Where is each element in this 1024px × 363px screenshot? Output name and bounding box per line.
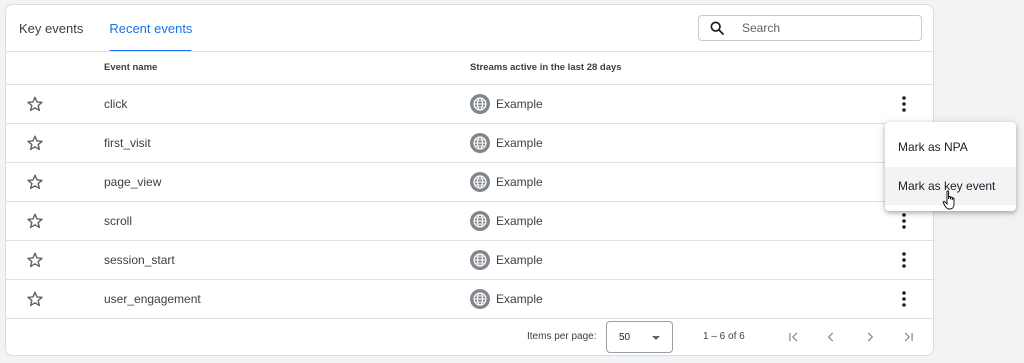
event-name: page_view xyxy=(104,175,162,189)
event-name: click xyxy=(104,97,128,111)
dropdown-caret-icon xyxy=(652,336,660,340)
more-vert-icon xyxy=(902,96,906,112)
globe-icon xyxy=(470,133,490,153)
globe-icon xyxy=(470,211,490,231)
table-row[interactable]: scroll Example xyxy=(6,202,933,241)
star-outline-icon[interactable] xyxy=(26,251,44,269)
event-name: first_visit xyxy=(104,136,151,150)
items-per-page-select[interactable]: 50 xyxy=(606,321,673,353)
globe-icon xyxy=(470,172,490,192)
search-input[interactable] xyxy=(742,21,902,35)
star-outline-icon[interactable] xyxy=(26,290,44,308)
previous-page-button[interactable] xyxy=(821,327,841,347)
last-page-icon xyxy=(904,332,913,342)
event-name: scroll xyxy=(104,214,133,228)
event-name: user_engagement xyxy=(104,292,201,306)
table-row[interactable]: first_visit Example xyxy=(6,124,933,163)
table-row[interactable]: click Example xyxy=(6,85,933,124)
column-header-event-name[interactable]: Event name xyxy=(104,62,157,73)
stream-name: Example xyxy=(496,136,543,150)
stream-cell: Example xyxy=(470,94,543,114)
star-outline-icon[interactable] xyxy=(26,95,44,113)
more-options-button[interactable] xyxy=(894,94,914,114)
first-page-icon xyxy=(789,332,798,342)
more-options-button[interactable] xyxy=(894,211,914,231)
table-row[interactable]: session_start Example xyxy=(6,241,933,280)
pagination-range: 1 – 6 of 6 xyxy=(703,331,745,342)
table-row[interactable]: page_view Example xyxy=(6,163,933,202)
stream-cell: Example xyxy=(470,250,543,270)
search-icon xyxy=(710,21,724,35)
pagination-footer: Items per page: 50 1 – 6 of 6 xyxy=(6,317,933,357)
event-name: session_start xyxy=(104,253,175,267)
items-per-page-label: Items per page: xyxy=(527,331,597,342)
row-context-menu: Mark as NPA Mark as key event xyxy=(885,122,1016,211)
last-page-button[interactable] xyxy=(898,327,918,347)
tab-key-events[interactable]: Key events xyxy=(6,5,96,52)
chevron-left-icon xyxy=(827,332,834,342)
more-vert-icon xyxy=(902,291,906,307)
globe-icon xyxy=(470,250,490,270)
mark-as-npa-option[interactable]: Mark as NPA xyxy=(885,128,1016,166)
stream-cell: Example xyxy=(470,211,543,231)
header-divider xyxy=(6,51,933,52)
stream-cell: Example xyxy=(470,172,543,192)
stream-cell: Example xyxy=(470,289,543,309)
stream-name: Example xyxy=(496,214,543,228)
more-options-button[interactable] xyxy=(894,250,914,270)
tab-bar: Key events Recent events xyxy=(6,5,205,52)
mark-as-key-event-option[interactable]: Mark as key event xyxy=(885,167,1016,205)
star-outline-icon[interactable] xyxy=(26,212,44,230)
column-header-streams[interactable]: Streams active in the last 28 days xyxy=(470,62,622,73)
star-outline-icon[interactable] xyxy=(26,173,44,191)
search-box[interactable] xyxy=(698,15,922,41)
next-page-button[interactable] xyxy=(860,327,880,347)
tab-recent-events[interactable]: Recent events xyxy=(96,5,205,52)
stream-name: Example xyxy=(496,253,543,267)
star-outline-icon[interactable] xyxy=(26,134,44,152)
stream-name: Example xyxy=(496,97,543,111)
stream-name: Example xyxy=(496,292,543,306)
table-row[interactable]: user_engagement Example xyxy=(6,280,933,319)
stream-name: Example xyxy=(496,175,543,189)
chevron-right-icon xyxy=(867,332,874,342)
more-vert-icon xyxy=(902,252,906,268)
first-page-button[interactable] xyxy=(784,327,804,347)
more-options-button[interactable] xyxy=(894,289,914,309)
stream-cell: Example xyxy=(470,133,543,153)
items-per-page-value: 50 xyxy=(619,332,631,343)
events-card: Key events Recent events Event name Stre… xyxy=(5,4,934,356)
more-vert-icon xyxy=(902,213,906,229)
globe-icon xyxy=(470,289,490,309)
globe-icon xyxy=(470,94,490,114)
